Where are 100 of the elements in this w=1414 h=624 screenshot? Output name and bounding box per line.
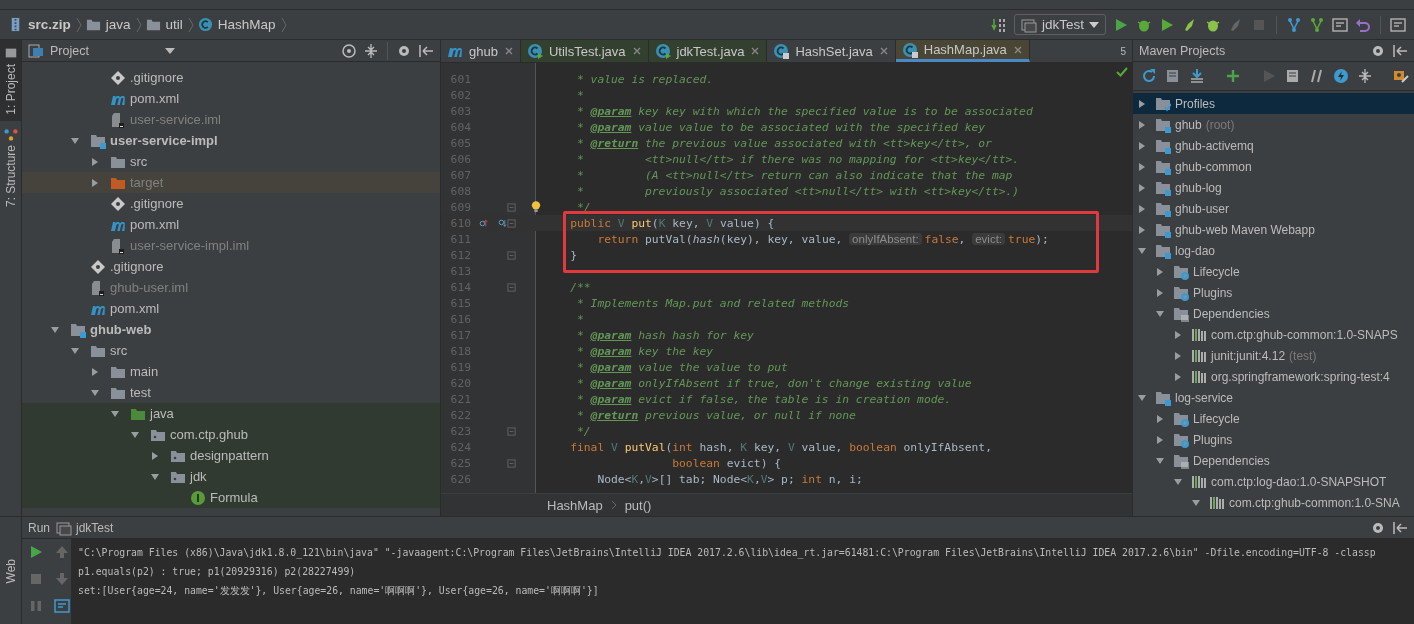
- tree-item[interactable]: .gitignore: [130, 70, 184, 85]
- expanded-arrow-icon[interactable]: [1155, 455, 1165, 466]
- tree-item[interactable]: test: [130, 385, 151, 400]
- tool-window-tab[interactable]: 1: Project: [0, 40, 21, 121]
- collapsed-arrow-icon[interactable]: [150, 450, 160, 461]
- fold-marker-icon[interactable]: [507, 426, 516, 436]
- run-tab[interactable]: jdkTest: [56, 519, 114, 536]
- collapsed-arrow-icon[interactable]: [1155, 266, 1165, 277]
- refresh-icon[interactable]: [1141, 68, 1157, 84]
- hide-icon[interactable]: [418, 42, 434, 59]
- tree-item[interactable]: pom.xml: [130, 91, 180, 106]
- collapsed-arrow-icon[interactable]: [90, 366, 100, 377]
- collapsed-arrow-icon[interactable]: [1155, 287, 1165, 298]
- tree-item[interactable]: src: [130, 154, 148, 169]
- fold-marker-icon[interactable]: [507, 202, 516, 212]
- collapsed-arrow-icon[interactable]: [1155, 434, 1165, 445]
- tree-item[interactable]: .gitignore: [110, 259, 164, 274]
- collapsed-arrow-icon[interactable]: [90, 177, 100, 188]
- collapsed-arrow-icon[interactable]: [1155, 413, 1165, 424]
- run-configuration-dropdown[interactable]: jdkTest: [1013, 14, 1106, 35]
- tree-item[interactable]: ghub-user: [1175, 201, 1230, 216]
- hide-icon[interactable]: [1392, 519, 1408, 536]
- tree-item[interactable]: ghub: [1175, 117, 1202, 132]
- tree-item[interactable]: log-dao: [1175, 243, 1216, 258]
- expanded-arrow-icon[interactable]: [90, 387, 100, 398]
- close-icon[interactable]: [750, 46, 761, 56]
- coverage-icon[interactable]: [1159, 16, 1175, 33]
- add-icon[interactable]: [1225, 68, 1241, 84]
- tree-item[interactable]: designpattern: [190, 448, 269, 463]
- close-icon[interactable]: [1012, 44, 1023, 55]
- editor-tab[interactable]: UtilsTest.java: [520, 40, 649, 62]
- collapsed-arrow-icon[interactable]: [1137, 119, 1147, 130]
- collapsed-arrow-icon[interactable]: [1137, 224, 1147, 235]
- build-icon[interactable]: [990, 16, 1007, 33]
- editor-tab[interactable]: jdkTest.java: [648, 40, 768, 62]
- tree-item[interactable]: log-service: [1175, 390, 1234, 405]
- tree-item[interactable]: Dependencies: [1193, 306, 1270, 321]
- tree-item[interactable]: Lifecycle: [1193, 411, 1240, 426]
- tree-item[interactable]: Formula: [210, 490, 258, 505]
- tool-window-tab[interactable]: 7: Structure: [0, 120, 21, 213]
- expanded-arrow-icon[interactable]: [110, 408, 120, 419]
- breadcrumb-item[interactable]: HashMap: [547, 497, 603, 513]
- tree-item[interactable]: java: [150, 406, 174, 421]
- collapsed-arrow-icon[interactable]: [1137, 161, 1147, 172]
- maven-settings-icon[interactable]: [1393, 68, 1409, 84]
- tree-item[interactable]: .gitignore: [130, 196, 184, 211]
- fold-marker-icon[interactable]: [507, 218, 516, 228]
- tree-item[interactable]: pom.xml: [110, 301, 160, 316]
- expanded-arrow-icon[interactable]: [1191, 497, 1201, 508]
- branch-icon[interactable]: [1286, 16, 1302, 33]
- close-icon[interactable]: [503, 46, 514, 56]
- expanded-arrow-icon[interactable]: [70, 345, 80, 356]
- breadcrumb-item[interactable]: put(): [624, 497, 652, 513]
- tree-item[interactable]: ghub-log: [1175, 180, 1222, 195]
- expanded-arrow-icon[interactable]: [130, 429, 140, 440]
- expanded-arrow-icon[interactable]: [50, 324, 60, 335]
- collapsed-arrow-icon[interactable]: [1173, 371, 1183, 382]
- breadcrumb-item[interactable]: util: [165, 17, 183, 32]
- locate-icon[interactable]: [341, 42, 357, 59]
- tree-item[interactable]: main: [130, 364, 159, 379]
- caret-icon[interactable]: [164, 47, 175, 54]
- tree-item[interactable]: com.ctp.ghub: [170, 427, 249, 442]
- fold-marker-icon[interactable]: [507, 458, 516, 468]
- fold-marker-icon[interactable]: [507, 282, 516, 292]
- expanded-arrow-icon[interactable]: [150, 471, 160, 482]
- tree-item[interactable]: ghub-web: [90, 322, 152, 337]
- run-icon[interactable]: [1113, 16, 1129, 33]
- expanded-arrow-icon[interactable]: [1137, 245, 1147, 256]
- tree-item[interactable]: Plugins: [1193, 432, 1233, 447]
- editor-tab[interactable]: HashMap.java: [895, 40, 1030, 62]
- tree-item[interactable]: jdk: [190, 469, 207, 484]
- layout-icon[interactable]: [1390, 16, 1406, 33]
- tree-item[interactable]: ghub-activemq: [1175, 138, 1254, 153]
- tree-item[interactable]: com.ctp:ghub-common:1.0-SNA: [1229, 495, 1400, 510]
- branch-icon[interactable]: [1309, 16, 1325, 33]
- collapse-all-icon[interactable]: [363, 42, 379, 59]
- collapsed-arrow-icon[interactable]: [1137, 203, 1147, 214]
- maven-goal-icon[interactable]: [1285, 68, 1301, 84]
- download-icon[interactable]: [1189, 68, 1205, 84]
- expanded-arrow-icon[interactable]: [1173, 476, 1183, 487]
- tree-item[interactable]: ghub-web Maven Webapp: [1175, 222, 1315, 237]
- hidden-tabs-count[interactable]: 5: [1114, 45, 1132, 57]
- panel-title[interactable]: Project: [50, 43, 89, 58]
- collapsed-arrow-icon[interactable]: [1137, 182, 1147, 193]
- collapsed-arrow-icon[interactable]: [1137, 98, 1147, 109]
- lightning-icon[interactable]: [1333, 68, 1349, 84]
- expanded-arrow-icon[interactable]: [70, 135, 80, 146]
- tree-item[interactable]: pom.xml: [130, 217, 180, 232]
- expanded-arrow-icon[interactable]: [1155, 308, 1165, 319]
- breadcrumb-item[interactable]: HashMap: [217, 17, 276, 32]
- tree-item[interactable]: user-service-impl: [110, 133, 218, 148]
- expanded-arrow-icon[interactable]: [1137, 392, 1147, 403]
- tree-item[interactable]: com.ctp:log-dao:1.0-SNAPSHOT: [1211, 474, 1387, 489]
- tree-item[interactable]: src: [110, 343, 128, 358]
- tree-item[interactable]: ghub-common: [1175, 159, 1252, 174]
- breadcrumb-item[interactable]: src.zip: [28, 17, 71, 32]
- lightbulb-icon[interactable]: [531, 200, 541, 214]
- close-icon[interactable]: [878, 46, 889, 56]
- tree-item[interactable]: junit:junit:4.12: [1211, 348, 1286, 363]
- hide-icon[interactable]: [1392, 42, 1408, 59]
